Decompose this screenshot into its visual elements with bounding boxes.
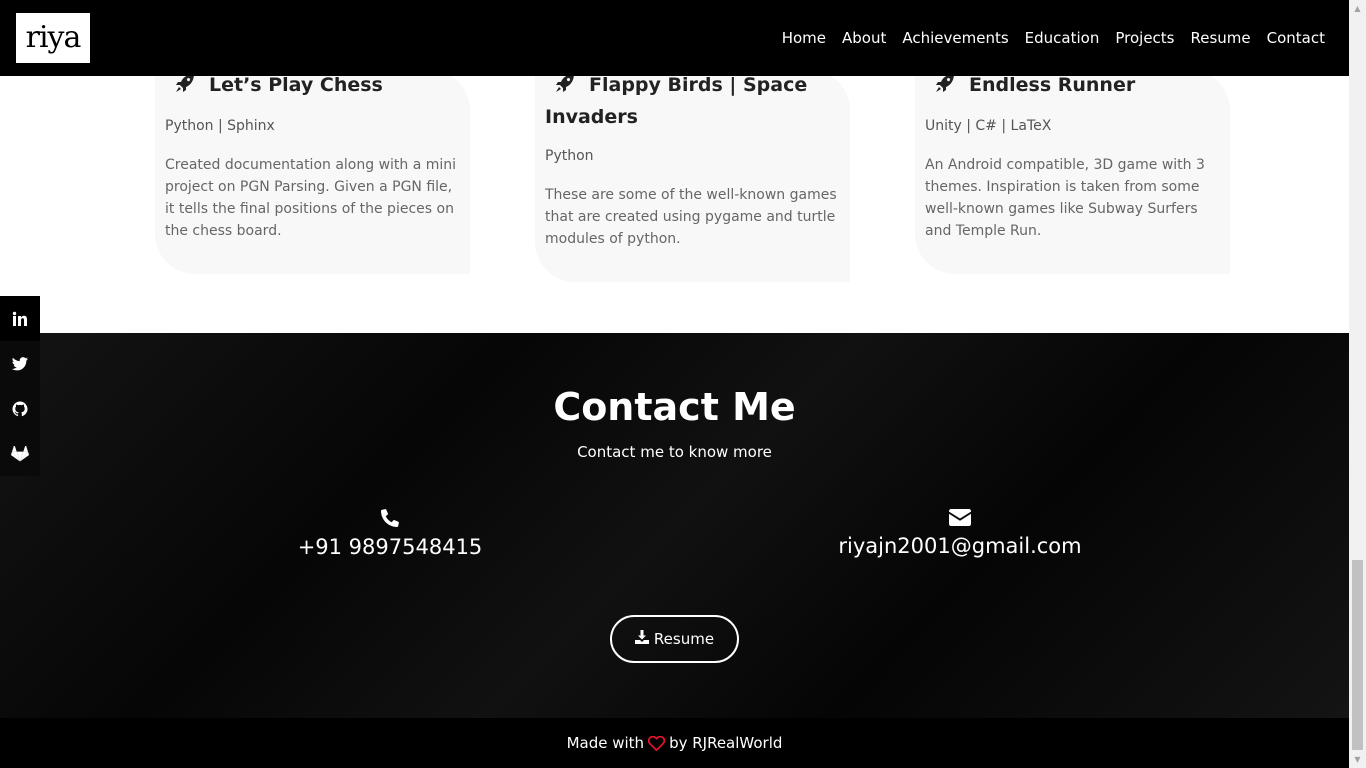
navbar: riya Home About Achievements Education P… <box>0 0 1349 76</box>
contact-section: Contact Me Contact me to know more +91 9… <box>0 333 1349 718</box>
nav-achievements[interactable]: Achievements <box>902 29 1008 47</box>
contact-email: riyajn2001@gmail.com <box>830 509 1090 558</box>
social-sidebar <box>0 296 40 476</box>
contact-subheading: Contact me to know more <box>577 443 772 461</box>
twitter-icon[interactable] <box>0 341 40 386</box>
project-card-flappy: Flappy Birds | Space Invaders Python The… <box>535 76 850 282</box>
envelope-icon <box>830 509 1090 530</box>
project-title: Flappy Birds | Space Invaders <box>545 76 840 132</box>
logo-text: riya <box>25 20 82 55</box>
nav-about[interactable]: About <box>842 29 886 47</box>
scroll-up-arrow-icon[interactable]: ▲ <box>1349 0 1366 17</box>
github-icon[interactable] <box>0 386 40 431</box>
contact-phone: +91 9897548415 <box>290 509 490 559</box>
resume-button-label: Resume <box>653 630 715 648</box>
project-card-runner: Endless Runner Unity | C# | LaTeX An And… <box>915 76 1230 274</box>
footer-made-with: Made with <box>566 734 645 752</box>
heart-icon <box>648 735 666 751</box>
scrollbar[interactable]: ▲ ▼ <box>1349 0 1366 768</box>
project-tech: Unity | C# | LaTeX <box>925 118 1052 134</box>
resume-download-button[interactable]: Resume <box>610 615 739 663</box>
nav-education[interactable]: Education <box>1025 29 1100 47</box>
scrollbar-thumb[interactable] <box>1352 560 1363 750</box>
rocket-icon <box>935 76 955 102</box>
download-icon <box>634 630 654 648</box>
nav-projects[interactable]: Projects <box>1115 29 1174 47</box>
project-title: Let’s Play Chess <box>165 76 460 102</box>
project-description: An Android compatible, 3D game with 3 th… <box>925 157 1205 239</box>
project-tech: Python | Sphinx <box>165 118 275 134</box>
phone-icon <box>290 509 490 531</box>
project-description: Created documentation along with a mini … <box>165 157 457 239</box>
logo[interactable]: riya <box>16 13 90 63</box>
project-description: These are some of the well-known games t… <box>545 187 837 247</box>
scroll-down-arrow-icon[interactable]: ▼ <box>1349 751 1366 768</box>
nav-contact[interactable]: Contact <box>1267 29 1325 47</box>
rocket-icon <box>555 76 575 102</box>
nav-menu: Home About Achievements Education Projec… <box>766 0 1325 76</box>
phone-number[interactable]: +91 9897548415 <box>290 535 490 559</box>
nav-resume[interactable]: Resume <box>1191 29 1251 47</box>
project-tech: Python <box>545 148 594 164</box>
nav-home[interactable]: Home <box>782 29 826 47</box>
email-address[interactable]: riyajn2001@gmail.com <box>830 534 1090 558</box>
projects-section: Let’s Play Chess Python | Sphinx Created… <box>0 76 1349 333</box>
project-title: Endless Runner <box>925 76 1220 102</box>
linkedin-icon[interactable] <box>0 296 40 341</box>
rocket-icon <box>175 76 195 102</box>
footer-by: by RJRealWorld <box>669 734 783 752</box>
project-card-chess: Let’s Play Chess Python | Sphinx Created… <box>155 76 470 274</box>
gitlab-icon[interactable] <box>0 431 40 476</box>
footer: Made with by RJRealWorld <box>0 718 1349 768</box>
contact-heading: Contact Me <box>553 385 796 429</box>
